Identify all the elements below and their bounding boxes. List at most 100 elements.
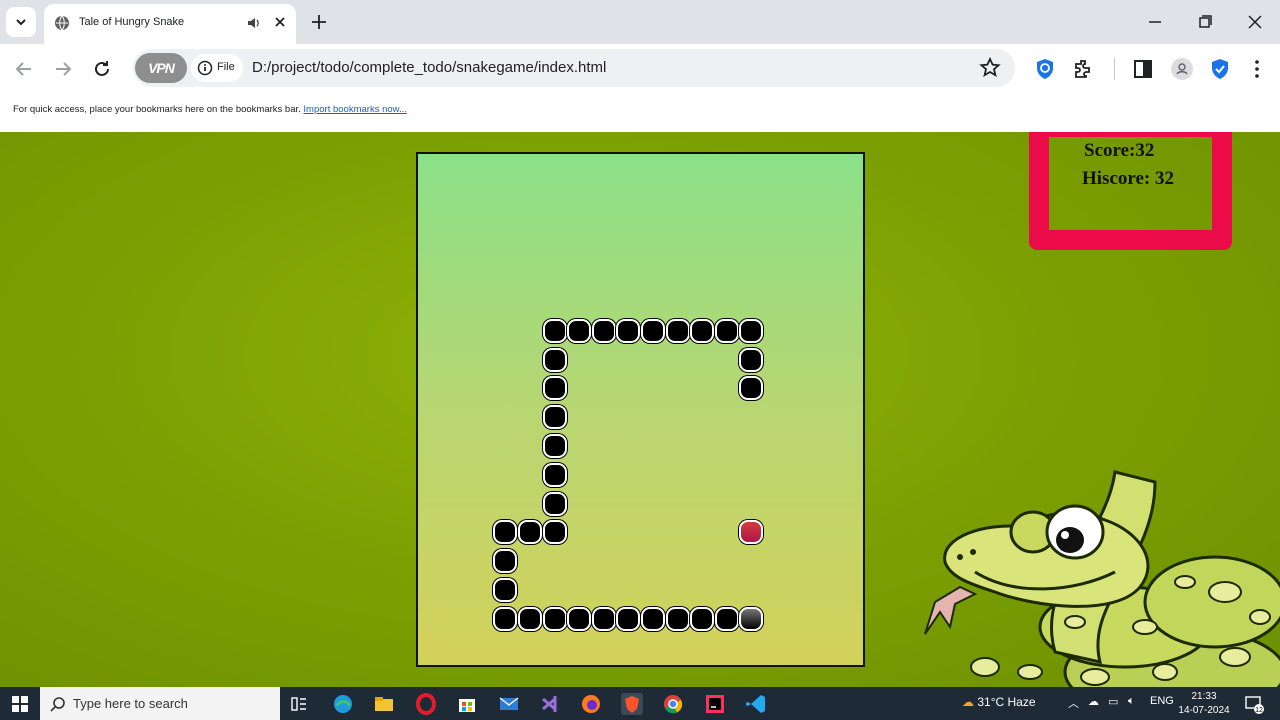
active-tab[interactable]: Tale of Hungry Snake (44, 4, 296, 44)
bookmarks-hint-text: For quick access, place your bookmarks h… (13, 104, 301, 115)
snake-segment (542, 462, 567, 487)
snake-segment (542, 405, 567, 430)
task-view-icon[interactable] (288, 693, 310, 715)
snake-segment (567, 606, 592, 631)
score-box: Score:32 Hiscore: 32 (1029, 132, 1232, 250)
clock-time: 21:33 (1191, 691, 1217, 702)
search-icon (50, 697, 65, 712)
snake-segment (616, 318, 641, 343)
menu-kebab-icon[interactable] (1245, 57, 1269, 81)
tray-chevron-icon[interactable]: ︿ (1068, 695, 1079, 711)
snake-segment (493, 549, 518, 574)
onedrive-icon[interactable]: ☁ (1088, 695, 1099, 708)
snake-segment (542, 318, 567, 343)
security-check-icon[interactable] (1208, 57, 1232, 81)
hiscore-text: Hiscore: 32 (1082, 168, 1174, 189)
adblock-shield-icon[interactable] (1033, 57, 1057, 81)
minimize-icon[interactable] (1143, 10, 1167, 34)
clock[interactable]: 21:33 14-07-2024 (1178, 690, 1230, 718)
snake-segment (665, 606, 690, 631)
bookmarks-bar: For quick access, place your bookmarks h… (0, 94, 1280, 132)
snake-segment (542, 376, 567, 401)
volume-icon[interactable]: 🔈︎ (1128, 695, 1135, 708)
snake-segment (542, 434, 567, 459)
snake-segment (567, 318, 592, 343)
intellij-icon[interactable] (704, 693, 726, 715)
vscode-icon[interactable] (745, 693, 767, 715)
weather-icon: ☁ (962, 695, 974, 709)
file-explorer-icon[interactable] (373, 693, 395, 715)
tab-title: Tale of Hungry Snake (79, 16, 185, 28)
bookmarks-hint: For quick access, place your bookmarks h… (13, 104, 407, 115)
info-icon (197, 60, 213, 76)
snake-segment (714, 318, 739, 343)
omnibox[interactable]: VPN File D:/project/todo/complete_todo/s… (133, 49, 1015, 87)
firefox-icon[interactable] (580, 693, 602, 715)
language-indicator[interactable]: ENG (1150, 695, 1174, 707)
forward-icon[interactable] (51, 57, 75, 81)
snake-segment (493, 520, 518, 545)
snake-segment (714, 606, 739, 631)
notification-icon[interactable]: 12 (1243, 693, 1265, 715)
taskbar-search[interactable]: Type here to search (40, 687, 280, 720)
snake-segment (518, 520, 542, 545)
chrome-icon[interactable] (662, 693, 684, 715)
url-text[interactable]: D:/project/todo/complete_todo/snakegame/… (252, 59, 606, 76)
snake-segment (641, 318, 665, 343)
snake-segment (542, 520, 567, 545)
search-placeholder: Type here to search (73, 696, 188, 711)
back-icon[interactable] (12, 57, 36, 81)
snake-segment (739, 318, 764, 343)
import-bookmarks-link[interactable]: Import bookmarks now... (303, 104, 406, 115)
game-page: Score:32 Hiscore: 32 (0, 132, 1280, 687)
restore-icon[interactable] (1193, 10, 1217, 34)
snake-segment (542, 491, 567, 516)
food-item (739, 520, 764, 545)
snake-segment (641, 606, 665, 631)
visual-studio-icon[interactable] (539, 693, 561, 715)
snake-segment (591, 606, 616, 631)
close-tab-icon[interactable] (272, 14, 288, 30)
new-tab-icon[interactable] (308, 11, 330, 33)
store-icon[interactable] (456, 693, 478, 715)
bookmark-star-icon[interactable] (978, 56, 1002, 80)
game-board[interactable] (416, 152, 865, 667)
snake-segment (542, 347, 567, 372)
chevron-down-icon (16, 19, 26, 26)
battery-icon[interactable]: ▭ (1108, 695, 1118, 708)
snake-segment (739, 347, 764, 372)
vpn-button[interactable]: VPN (135, 53, 187, 83)
close-window-icon[interactable] (1243, 10, 1267, 34)
brave-icon[interactable] (621, 693, 643, 715)
vpn-label: VPN (148, 60, 175, 76)
snake-segment (690, 318, 715, 343)
edge-icon[interactable] (332, 693, 354, 715)
snake-segment (739, 376, 764, 401)
file-label: File (217, 61, 235, 73)
opera-icon[interactable] (415, 693, 437, 715)
extensions-puzzle-icon[interactable] (1072, 57, 1096, 81)
snake-segment (518, 606, 542, 631)
snake-segment (493, 606, 518, 631)
site-info-chip[interactable]: File (191, 54, 243, 82)
windows-start-icon[interactable] (12, 696, 28, 712)
toolbar: VPN File D:/project/todo/complete_todo/s… (0, 44, 1280, 94)
side-panel-icon[interactable] (1131, 57, 1155, 81)
profile-avatar-icon[interactable] (1170, 57, 1194, 81)
mail-icon[interactable] (498, 693, 520, 715)
globe-icon (55, 15, 69, 31)
notification-count: 12 (1255, 707, 1263, 714)
snake-segment (542, 606, 567, 631)
speaker-icon[interactable] (246, 15, 262, 31)
clock-date: 14-07-2024 (1178, 705, 1230, 716)
tab-search-button[interactable] (6, 7, 36, 37)
weather-widget[interactable]: ☁ 31°C Haze (962, 695, 1036, 709)
tab-strip: Tale of Hungry Snake (0, 0, 1280, 44)
reload-icon[interactable] (90, 57, 114, 81)
snake-segment (665, 318, 690, 343)
snake-segment (616, 606, 641, 631)
snake-segment (493, 577, 518, 602)
snake-head (739, 606, 764, 631)
snake-segment (690, 606, 715, 631)
snake-segment (591, 318, 616, 343)
